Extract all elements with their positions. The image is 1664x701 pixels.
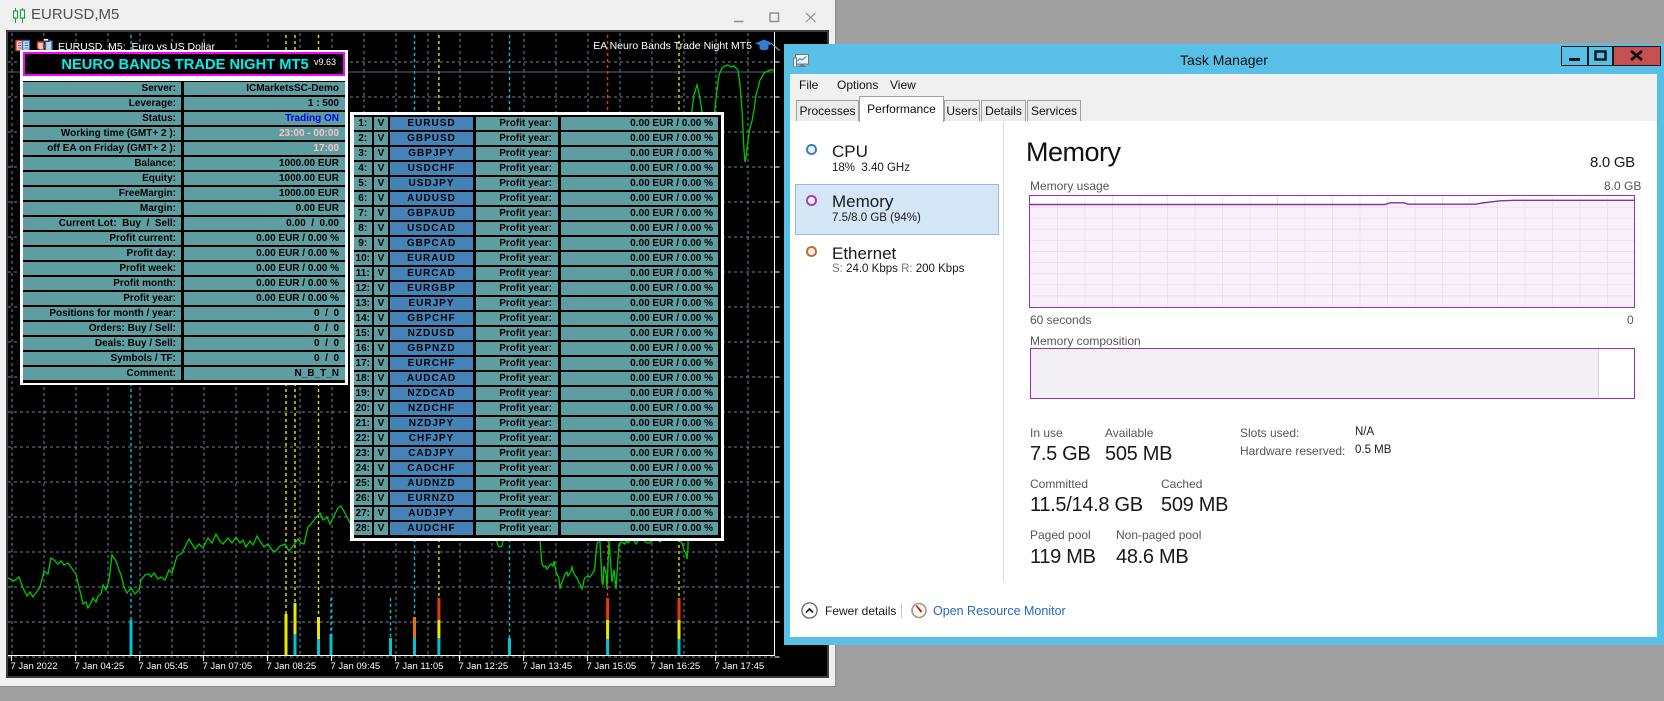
- svg-text:7 Jan 08:25: 7 Jan 08:25: [267, 661, 317, 672]
- svg-text:7 Jan 15:05: 7 Jan 15:05: [587, 661, 637, 672]
- svg-text:7 Jan 17:45: 7 Jan 17:45: [715, 661, 765, 672]
- svg-text:7 Jan 16:25: 7 Jan 16:25: [651, 661, 701, 672]
- svg-text:7 Jan 13:45: 7 Jan 13:45: [523, 661, 573, 672]
- svg-text:7 Jan 04:25: 7 Jan 04:25: [75, 661, 125, 672]
- svg-text:7 Jan 05:45: 7 Jan 05:45: [139, 661, 189, 672]
- svg-text:7 Jan 11:05: 7 Jan 11:05: [395, 661, 444, 672]
- svg-text:7 Jan 09:45: 7 Jan 09:45: [331, 661, 381, 672]
- svg-text:7 Jan 2022: 7 Jan 2022: [11, 661, 58, 672]
- svg-text:7 Jan 07:05: 7 Jan 07:05: [203, 661, 253, 672]
- svg-text:EA Neuro Bands Trade Night MT5: EA Neuro Bands Trade Night MT5: [593, 40, 752, 52]
- svg-text:7 Jan 12:25: 7 Jan 12:25: [459, 661, 509, 672]
